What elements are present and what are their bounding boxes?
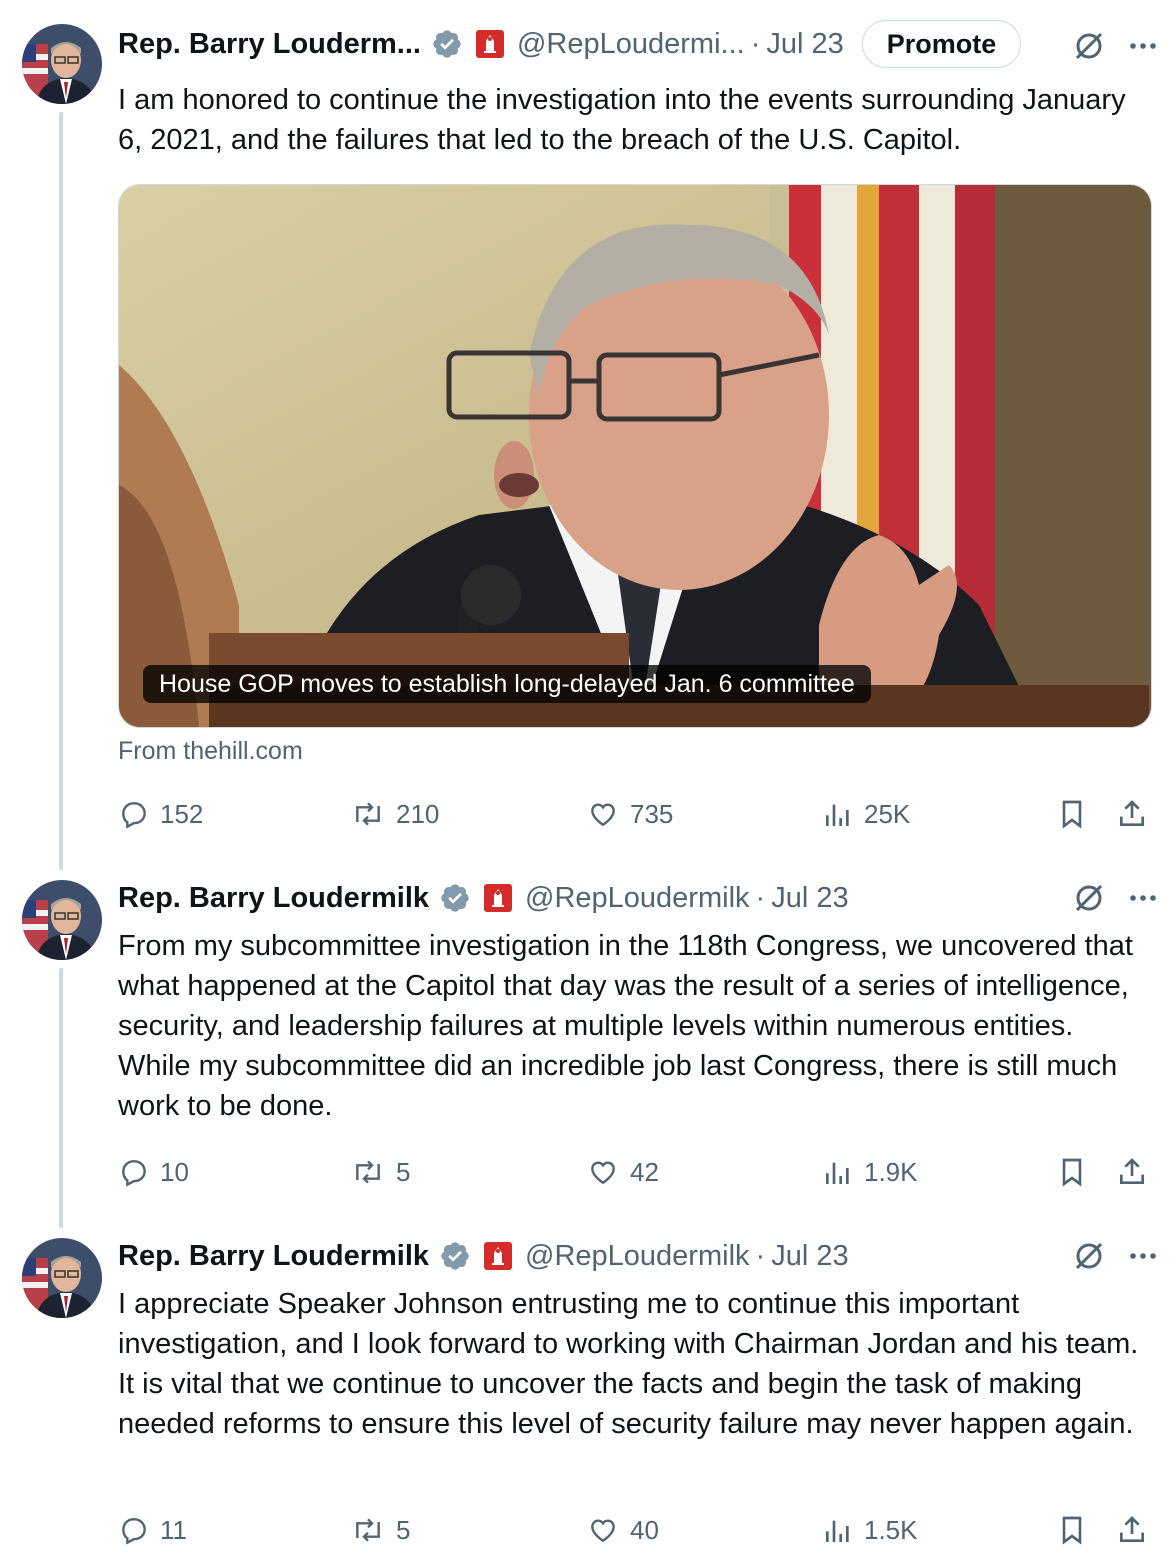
separator-dot: · [755, 881, 766, 914]
reply-count: 11 [160, 1514, 187, 1545]
analytics-icon[interactable] [1072, 29, 1106, 68]
avatar[interactable] [22, 24, 102, 104]
government-badge-icon [483, 883, 513, 913]
separator-dot: · [755, 1239, 766, 1272]
reply-icon [118, 798, 150, 830]
repost-button[interactable]: 5 [350, 1152, 410, 1192]
more-icon[interactable] [1128, 1241, 1158, 1276]
author-name[interactable]: Rep. Barry Louderm... [118, 28, 421, 61]
like-button[interactable]: 40 [586, 1510, 659, 1550]
reply-button[interactable]: 152 [118, 794, 203, 834]
repost-count: 210 [396, 798, 440, 829]
analytics-icon[interactable] [1072, 881, 1106, 920]
share-icon [1116, 797, 1148, 831]
share-button[interactable] [1116, 794, 1148, 834]
verified-badge-icon [431, 28, 463, 60]
views-count: 1.9K [864, 1156, 918, 1187]
tweet-date[interactable]: Jul 23 [766, 28, 843, 61]
header-actions [1072, 26, 1158, 70]
author-handle[interactable]: @RepLoudermilk [525, 882, 749, 915]
tweet-date[interactable]: Jul 23 [771, 1240, 848, 1273]
like-icon [586, 798, 620, 830]
tweet-header: Rep. Barry Louderm... @RepLoudermi... · … [118, 20, 1176, 68]
tweet-text: I appreciate Speaker Johnson entrusting … [118, 1288, 1139, 1440]
tweet-header: Rep. Barry Loudermilk @RepLoudermilk · J… [118, 1234, 1176, 1278]
avatar[interactable] [22, 1238, 102, 1318]
like-icon [586, 1156, 620, 1188]
header-actions [1072, 1236, 1158, 1280]
tweet[interactable]: Rep. Barry Loudermilk @RepLoudermilk · J… [0, 1218, 1176, 1566]
repost-icon [350, 1514, 386, 1546]
tweet-actions: 10 5 42 1.9K [118, 1152, 1158, 1192]
reply-icon [118, 1156, 150, 1188]
header-actions [1072, 878, 1158, 922]
share-icon [1116, 1513, 1148, 1547]
card-source[interactable]: From thehill.com [118, 737, 303, 766]
government-badge-icon [475, 29, 505, 59]
separator-dot: · [750, 27, 761, 60]
reply-count: 10 [160, 1156, 189, 1187]
like-button[interactable]: 735 [586, 794, 673, 834]
tweet-text: From my subcommittee investigation in th… [118, 930, 1133, 1122]
views-count: 25K [864, 798, 911, 829]
card-caption: House GOP moves to establish long-delaye… [143, 665, 871, 703]
views-button[interactable]: 1.5K [822, 1510, 918, 1550]
bookmark-icon [1056, 1513, 1088, 1547]
verified-badge-icon [439, 1240, 471, 1272]
views-icon [822, 1514, 854, 1546]
bookmark-button[interactable] [1056, 1510, 1088, 1550]
tweet-header: Rep. Barry Loudermilk @RepLoudermilk · J… [118, 876, 1176, 920]
views-button[interactable]: 25K [822, 794, 910, 834]
author-handle[interactable]: @RepLoudermi... [517, 28, 745, 61]
tweet-actions: 152 210 735 25K [118, 794, 1158, 834]
tweet[interactable]: Rep. Barry Loudermilk @RepLoudermilk · J… [0, 860, 1176, 1220]
repost-count: 5 [396, 1514, 411, 1545]
bookmark-icon [1056, 797, 1088, 831]
avatar[interactable] [22, 880, 102, 960]
government-badge-icon [483, 1241, 513, 1271]
views-icon [822, 798, 854, 830]
like-count: 735 [630, 798, 674, 829]
tweet-actions: 11 5 40 1.5K [118, 1510, 1158, 1550]
repost-button[interactable]: 5 [350, 1510, 410, 1550]
repost-button[interactable]: 210 [350, 794, 439, 834]
share-button[interactable] [1116, 1510, 1148, 1550]
views-count: 1.5K [864, 1514, 918, 1545]
tweet[interactable]: Rep. Barry Louderm... @RepLoudermi... · … [0, 0, 1176, 860]
reply-icon [118, 1514, 150, 1546]
like-count: 40 [630, 1514, 659, 1545]
share-icon [1116, 1155, 1148, 1189]
like-button[interactable]: 42 [586, 1152, 659, 1192]
card-image [119, 185, 1151, 727]
repost-icon [350, 1156, 386, 1188]
reply-count: 152 [160, 798, 204, 829]
analytics-icon[interactable] [1072, 1239, 1106, 1278]
link-card[interactable]: House GOP moves to establish long-delaye… [118, 184, 1152, 728]
bookmark-button[interactable] [1056, 1152, 1088, 1192]
verified-badge-icon [439, 882, 471, 914]
author-name[interactable]: Rep. Barry Loudermilk [118, 1240, 429, 1273]
bookmark-icon [1056, 1155, 1088, 1189]
repost-count: 5 [396, 1156, 411, 1187]
more-icon[interactable] [1128, 31, 1158, 66]
bookmark-button[interactable] [1056, 794, 1088, 834]
reply-button[interactable]: 11 [118, 1510, 187, 1550]
more-icon[interactable] [1128, 883, 1158, 918]
repost-icon [350, 798, 386, 830]
views-icon [822, 1156, 854, 1188]
reply-button[interactable]: 10 [118, 1152, 189, 1192]
author-handle[interactable]: @RepLoudermilk [525, 1240, 749, 1273]
tweet-date[interactable]: Jul 23 [771, 882, 848, 915]
promote-button[interactable]: Promote [861, 20, 1022, 68]
tweet-text: I am honored to continue the investigati… [118, 84, 1126, 156]
like-count: 42 [630, 1156, 659, 1187]
views-button[interactable]: 1.9K [822, 1152, 918, 1192]
share-button[interactable] [1116, 1152, 1148, 1192]
like-icon [586, 1514, 620, 1546]
author-name[interactable]: Rep. Barry Loudermilk [118, 882, 429, 915]
